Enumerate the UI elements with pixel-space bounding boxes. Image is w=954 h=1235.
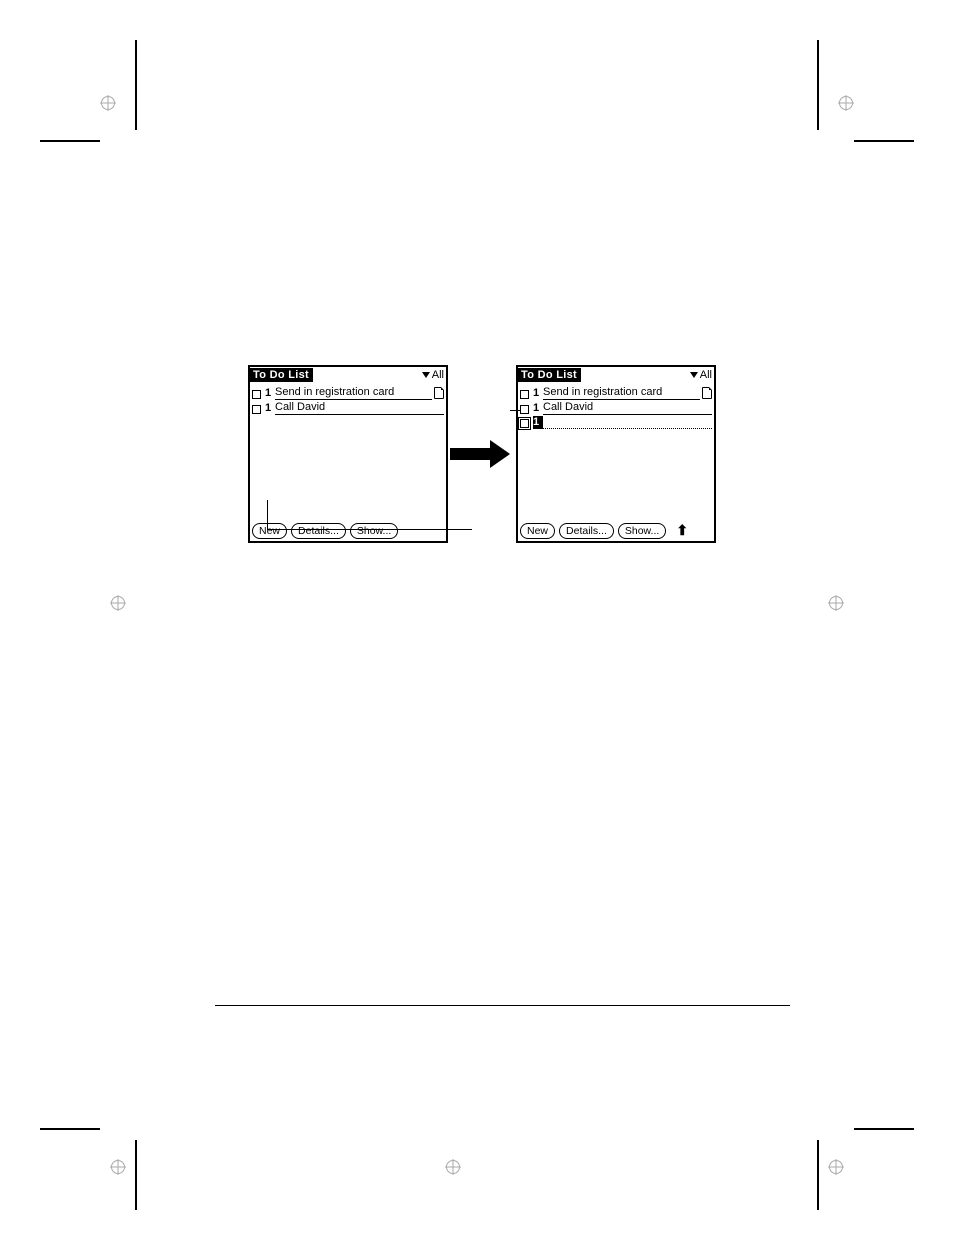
annotation-tick [510,410,520,411]
checkbox-icon[interactable] [252,405,261,414]
category-label: All [432,369,444,381]
checkbox-icon[interactable] [520,390,529,399]
annotation-line [267,500,472,530]
app-title: To Do List [518,368,581,382]
registration-mark [445,1159,461,1175]
registration-mark [100,95,116,111]
todo-item[interactable]: 1 Send in registration card [520,386,712,400]
todo-item[interactable]: 1 Call David [520,401,712,415]
button-bar: New Details... Show... ⬆ [520,522,688,539]
crop-tick [817,1140,819,1210]
todo-screen-after: To Do List All 1 Send in registration ca… [516,365,716,543]
title-bar: To Do List All [250,367,446,383]
title-bar: To Do List All [518,367,714,383]
crop-tick [817,40,819,130]
priority-label: 1 [533,387,543,400]
todo-text[interactable]: Call David [275,401,444,415]
show-button[interactable]: Show... [618,523,666,539]
category-label: All [700,369,712,381]
registration-mark [110,595,126,611]
todo-text[interactable]: Send in registration card [275,386,432,400]
checkbox-icon[interactable] [520,405,529,414]
category-dropdown[interactable]: All [422,369,444,381]
priority-label: 1 [533,402,543,415]
registration-mark [110,1159,126,1175]
todo-text[interactable]: Send in registration card [543,386,700,400]
new-button[interactable]: New [520,523,555,539]
todo-list: 1 Send in registration card 1 Call David… [518,383,714,429]
crop-tick [135,40,137,130]
checkbox-icon[interactable] [520,419,529,428]
crop-tick [854,1128,914,1130]
registration-mark [828,595,844,611]
dropdown-triangle-icon [690,372,698,378]
todo-text[interactable]: Call David [543,401,712,415]
todo-list: 1 Send in registration card 1 Call David [250,383,446,415]
todo-text-empty[interactable] [543,428,712,429]
crop-tick [40,140,100,142]
registration-mark [838,95,854,111]
todo-item[interactable]: 1 Send in registration card [252,386,444,400]
horizontal-rule [215,1005,790,1006]
app-title: To Do List [250,368,313,382]
crop-tick [135,1140,137,1210]
shift-indicator-icon: ⬆ [676,522,688,539]
category-dropdown[interactable]: All [690,369,712,381]
registration-mark [828,1159,844,1175]
todo-item-new[interactable]: 1 [520,416,712,429]
priority-label: 1 [265,387,275,400]
note-icon[interactable] [702,387,712,399]
priority-label-selected: 1 [533,416,543,429]
todo-item[interactable]: 1 Call David [252,401,444,415]
dropdown-triangle-icon [422,372,430,378]
priority-label: 1 [265,402,275,415]
details-button[interactable]: Details... [559,523,614,539]
arrow-right-icon [450,440,510,468]
checkbox-icon[interactable] [252,390,261,399]
crop-tick [40,1128,100,1130]
crop-tick [854,140,914,142]
note-icon[interactable] [434,387,444,399]
